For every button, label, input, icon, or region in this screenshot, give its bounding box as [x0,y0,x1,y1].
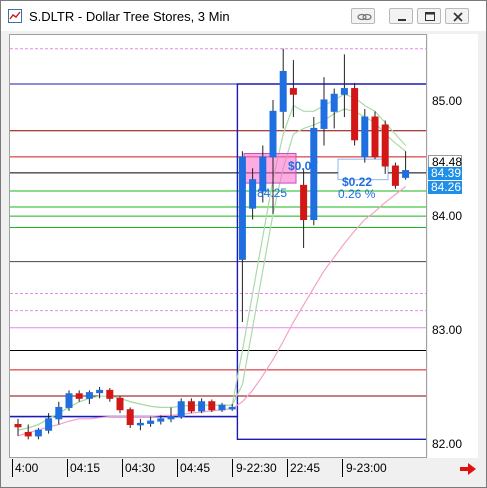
candle-up [157,418,165,422]
y-tick-84: 84.00 [432,209,463,223]
pct-label-2: 0.26 % [338,187,376,201]
scroll-right-button[interactable] [459,462,477,476]
x-tick-5: 22:45 [290,461,321,475]
x-tick-4: 9-22:30 [236,461,277,475]
link-icon [357,13,372,21]
minimize-icon [398,19,406,21]
candle-down [391,165,399,186]
x-tick-6: 9-23:00 [346,461,387,475]
x-tick-1: 04:15 [70,461,101,475]
candle-up [34,429,42,437]
candle-up [167,416,175,420]
maximize-icon [425,12,435,21]
chart-app-icon [8,9,22,23]
candle-down [187,401,195,412]
candle-up [249,179,257,209]
maximize-button[interactable] [417,8,441,24]
window-title: S.DLTR - Dollar Tree Stores, 3 Min [29,9,230,24]
x-separator [287,459,288,477]
candle-up [198,401,206,412]
candle-up [45,418,53,431]
candle-up [85,392,93,399]
candle-up [320,99,328,129]
candle-up [218,404,226,411]
candle-up [310,127,318,221]
candle-up [238,156,246,260]
moving-average-green-1 [17,93,407,431]
chart-window: S.DLTR - Dollar Tree Stores, 3 Min $0.07… [0,0,487,488]
candle-down [75,393,83,399]
x-tick-0: 4:00 [15,461,39,475]
candlestick-chart-svg [10,48,426,441]
title-bar[interactable]: S.DLTR - Dollar Tree Stores, 3 Min [1,1,486,31]
x-separator [232,459,233,477]
price-axis[interactable]: 85.00 84.00 83.00 82.00 84.48 84.39 84.2… [428,34,478,458]
link-button[interactable] [351,8,375,24]
candle-up [330,93,338,112]
candle-down [371,116,379,158]
candle-up [402,170,410,178]
candle-up [228,406,236,410]
y-tick-82: 82.00 [432,437,463,451]
candle-down [116,397,124,411]
minimize-button[interactable] [389,8,413,24]
candle-up [96,389,104,394]
candle-down [300,184,308,221]
y-tick-83: 83.00 [432,323,463,337]
x-separator [12,459,13,477]
x-tick-3: 04:45 [180,461,211,475]
ask-price-tag: 84.26 [428,181,462,194]
candle-up [55,406,63,420]
close-icon [453,12,463,22]
change-label-1: $0.07 [288,159,319,173]
x-separator [342,459,343,477]
bid-price-tag: 84.39 [428,167,462,180]
y-tick-85: 85.00 [432,94,463,108]
candle-down [208,401,216,411]
candle-down [106,389,114,399]
price-chart[interactable]: $0.07 $0.22 0.26 % 84.25 [9,34,427,458]
x-separator [177,459,178,477]
candle-up [340,88,348,95]
candle-up [177,401,185,418]
candle-down [381,124,389,167]
time-axis[interactable]: 4:00 04:15 04:30 04:45 9-22:30 22:45 9-2… [9,459,427,479]
arrow-right-icon [460,463,476,475]
candle-up [269,110,277,158]
candle-up [361,116,369,158]
candle-down [14,424,22,428]
x-separator [122,459,123,477]
candle-down [24,432,32,437]
candle-up [147,420,155,424]
candle-up [65,393,73,408]
candle-down [289,88,297,95]
candle-down [126,409,134,426]
close-button[interactable] [445,8,469,24]
candle-down [351,88,359,141]
x-tick-2: 04:30 [125,461,156,475]
candle-up [279,70,287,112]
candle-up [136,422,144,426]
box-label-bottom: 84.25 [257,186,288,200]
x-separator [67,459,68,477]
